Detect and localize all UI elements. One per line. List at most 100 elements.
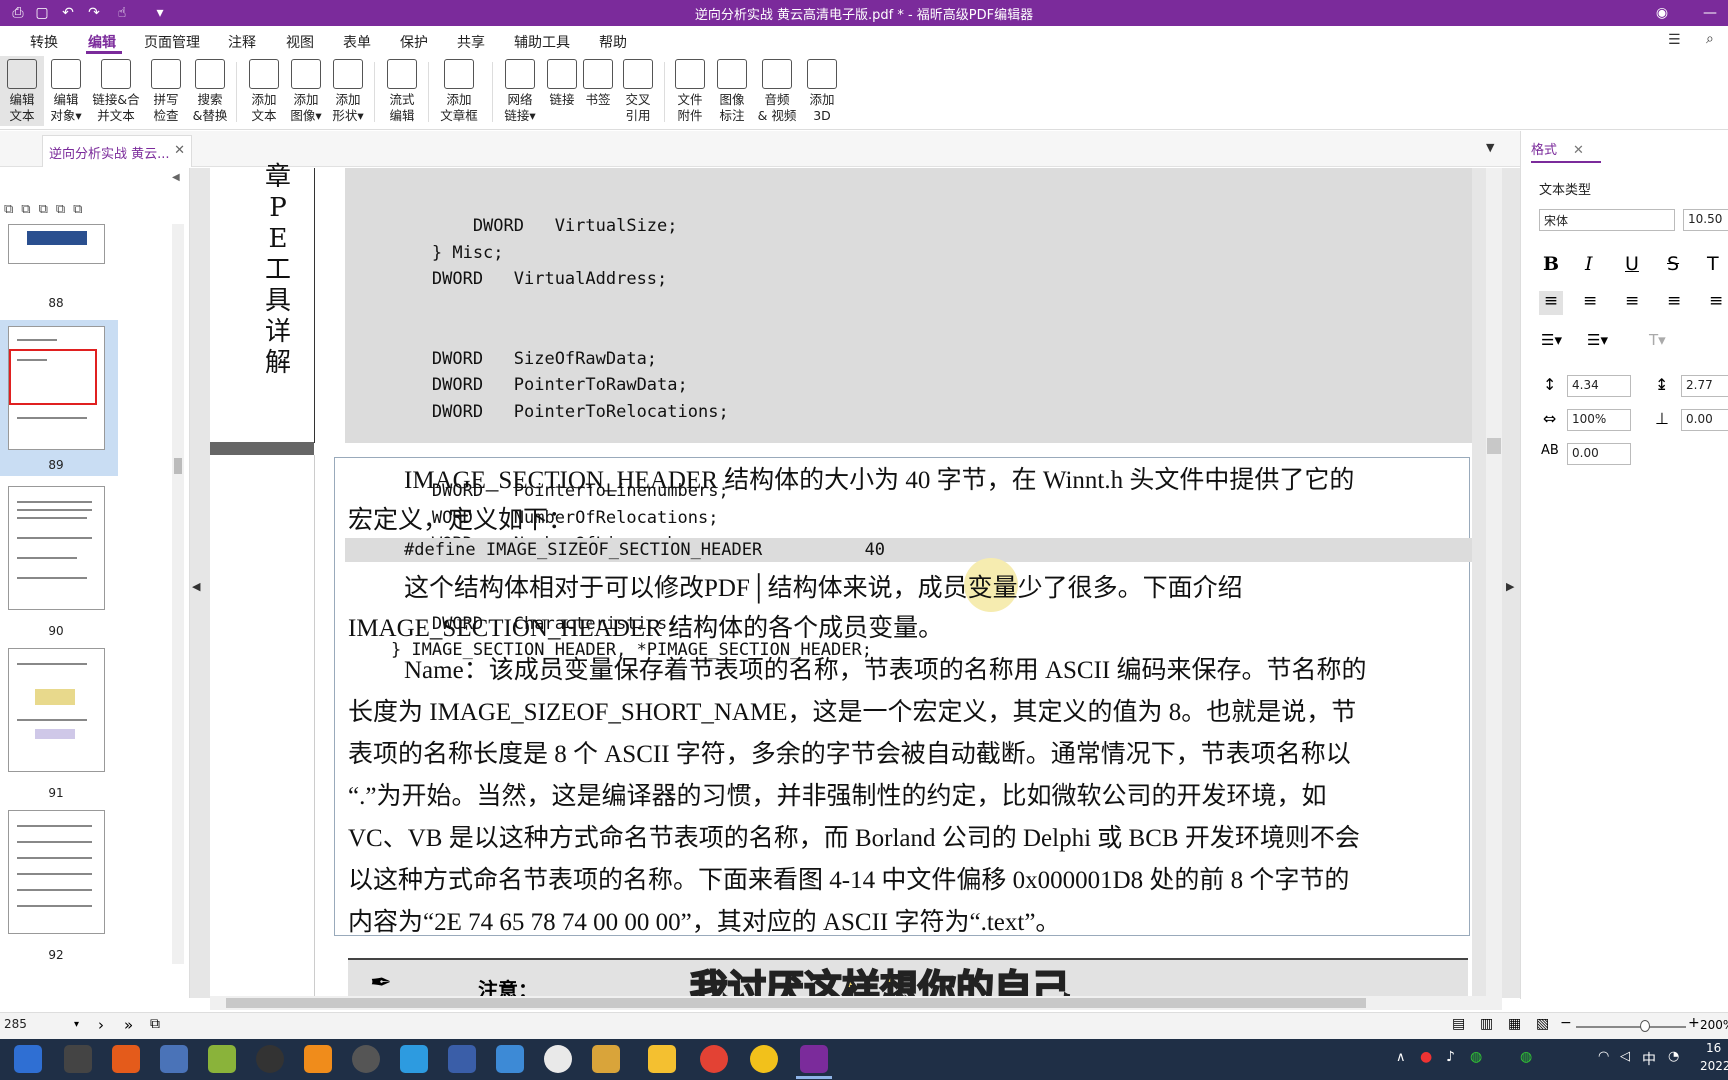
ribbon-toggle-icon[interactable]: ☰	[1668, 32, 1681, 48]
add-text-button[interactable]: 添加 文本	[242, 56, 286, 126]
last-page-icon[interactable]: »	[124, 1016, 133, 1034]
copy-icon[interactable]: ⧉	[150, 1016, 160, 1032]
baseline-input[interactable]: 0.00	[1681, 409, 1728, 431]
align-left-icon[interactable]: ≡	[1539, 291, 1563, 315]
ime-indicator[interactable]: 中	[1642, 1049, 1656, 1069]
font-size-input[interactable]: 10.50	[1683, 209, 1728, 231]
app-orange-icon[interactable]	[112, 1045, 140, 1073]
app-translate-icon[interactable]	[400, 1045, 428, 1073]
edit-text-button[interactable]: 编辑 文本	[0, 56, 44, 126]
spell-check-button[interactable]: 拼写 检查	[144, 56, 188, 126]
next-page-icon[interactable]: ›	[98, 1016, 104, 1034]
menu-convert[interactable]: 转换	[30, 32, 58, 52]
menu-accessibility[interactable]: 辅助工具	[514, 32, 570, 52]
tab-current-document[interactable]: 逆向分析实战 黄云... ✕	[42, 135, 192, 167]
menu-form[interactable]: 表单	[343, 32, 371, 52]
tray-record-icon[interactable]: ●	[1420, 1049, 1432, 1065]
link-merge-text-button[interactable]: 链接&合 并文本	[90, 56, 142, 126]
text-direction-icon[interactable]: T▾	[1649, 331, 1666, 349]
single-page-icon[interactable]: ▤	[1452, 1016, 1465, 1032]
menu-comment[interactable]: 注释	[228, 32, 256, 52]
expand-right-icon[interactable]: ▶	[1506, 580, 1514, 593]
zoom-slider-handle[interactable]	[1640, 1020, 1650, 1032]
app-obs-icon[interactable]	[352, 1045, 380, 1073]
align-center-icon[interactable]: ≡	[1583, 291, 1597, 311]
keyboard-icon[interactable]: ◔	[1668, 1049, 1679, 1064]
audio-video-button[interactable]: 音频 & 视频	[752, 56, 802, 126]
bold-icon[interactable]: B	[1543, 253, 1559, 275]
continuous-icon[interactable]: ▥	[1480, 1016, 1493, 1032]
close-tab-icon[interactable]: ✕	[174, 143, 185, 158]
strikethrough-icon[interactable]: S	[1667, 253, 1679, 275]
thumbnail-page-91[interactable]	[8, 648, 105, 772]
minimize-icon[interactable]: —	[1700, 3, 1720, 23]
indent-icon[interactable]: ≡	[1709, 291, 1723, 311]
app-blue-icon[interactable]	[496, 1045, 524, 1073]
italic-icon[interactable]: I	[1585, 253, 1593, 275]
align-right-icon[interactable]: ≡	[1625, 291, 1639, 311]
two-page-icon[interactable]: ▦	[1508, 1016, 1521, 1032]
zoom-in-icon[interactable]: +	[1688, 1015, 1700, 1031]
tab-format[interactable]: 格式 ✕	[1531, 139, 1601, 163]
viewport-indicator[interactable]	[9, 349, 97, 405]
add-3d-button[interactable]: 添加 3D	[800, 56, 844, 126]
menu-share[interactable]: 共享	[457, 32, 485, 52]
find-replace-button[interactable]: 搜索 &替换	[188, 56, 232, 126]
edit-object-button[interactable]: 编辑 对象▾	[44, 56, 88, 126]
thumbnail-scrollbar[interactable]	[172, 224, 184, 964]
zoom-slider[interactable]	[1576, 1026, 1686, 1028]
thumbnail-toolbar[interactable]: ⧉⧉⧉⧉⧉	[4, 202, 90, 217]
menu-help[interactable]: 帮助	[599, 32, 627, 52]
image-annotation-button[interactable]: 图像 标注	[710, 56, 754, 126]
app-search-icon[interactable]	[304, 1045, 332, 1073]
app-panda-icon[interactable]	[544, 1045, 572, 1073]
thumbnail-page-88[interactable]	[8, 224, 105, 264]
wechat-icon[interactable]: ◍	[1470, 1049, 1482, 1065]
file-attachment-button[interactable]: 文件 附件	[668, 56, 712, 126]
page-number-input[interactable]: 285	[0, 1015, 84, 1037]
horizontal-scrollbar[interactable]	[210, 996, 1486, 1010]
foxit-pdf-icon[interactable]	[800, 1045, 828, 1073]
bookmark-button[interactable]: 书签	[576, 56, 620, 126]
account-icon[interactable]: ◉	[1652, 3, 1672, 23]
cross-reference-button[interactable]: 交叉 引用	[616, 56, 660, 126]
numbered-list-icon[interactable]: ☰▾	[1587, 331, 1608, 349]
horizontal-scale-input[interactable]: 100%	[1567, 409, 1631, 431]
app-record-icon[interactable]	[256, 1045, 284, 1073]
thumbnail-page-90[interactable]	[8, 486, 105, 610]
collapse-left-icon[interactable]: ◀	[192, 580, 200, 593]
app-k-icon[interactable]	[64, 1045, 92, 1073]
bullet-list-icon[interactable]: ☰▾	[1541, 331, 1562, 349]
volume-icon[interactable]: ◁	[1620, 1049, 1630, 1064]
menu-page-manage[interactable]: 页面管理	[144, 32, 200, 52]
wifi-icon[interactable]: ◠	[1598, 1049, 1609, 1064]
tray-expand-icon[interactable]: ∧	[1396, 1050, 1406, 1065]
underline-icon[interactable]: U	[1625, 253, 1639, 275]
add-image-button[interactable]: 添加 图像▾	[284, 56, 328, 126]
start-icon[interactable]	[14, 1045, 42, 1073]
wechat-2-icon[interactable]: ◍	[1520, 1049, 1532, 1065]
char-spacing-input[interactable]: 0.00	[1567, 443, 1631, 465]
microphone-icon[interactable]: ♪	[1446, 1049, 1455, 1065]
menu-protect[interactable]: 保护	[400, 32, 428, 52]
document-scrollbar[interactable]	[1486, 168, 1502, 1010]
app-send-icon[interactable]	[208, 1045, 236, 1073]
add-shape-button[interactable]: 添加 形状▾	[326, 56, 370, 126]
web-link-button[interactable]: 网络 链接▾	[498, 56, 542, 126]
scroll-thumb[interactable]	[1487, 438, 1501, 454]
app-box-icon[interactable]	[592, 1045, 620, 1073]
zoom-out-icon[interactable]: −	[1560, 1015, 1572, 1031]
menu-view[interactable]: 视图	[286, 32, 314, 52]
page-dropdown-icon[interactable]: ▾	[74, 1019, 79, 1030]
thumbnail-page-89[interactable]	[8, 326, 105, 450]
line-spacing-input[interactable]: 4.34	[1567, 375, 1631, 397]
add-article-button[interactable]: 添加 文章框	[434, 56, 484, 126]
menu-edit[interactable]: 编辑	[88, 32, 116, 52]
chrome-icon[interactable]	[700, 1045, 728, 1073]
search-icon[interactable]: ⌕	[1706, 31, 1714, 47]
file-explorer-icon[interactable]	[648, 1045, 676, 1073]
font-family-select[interactable]: 宋体	[1539, 209, 1675, 231]
app-yellow-icon[interactable]	[750, 1045, 778, 1073]
collapse-sidebar-icon[interactable]: ◀	[172, 172, 180, 183]
flow-edit-button[interactable]: 流式 编辑	[380, 56, 424, 126]
